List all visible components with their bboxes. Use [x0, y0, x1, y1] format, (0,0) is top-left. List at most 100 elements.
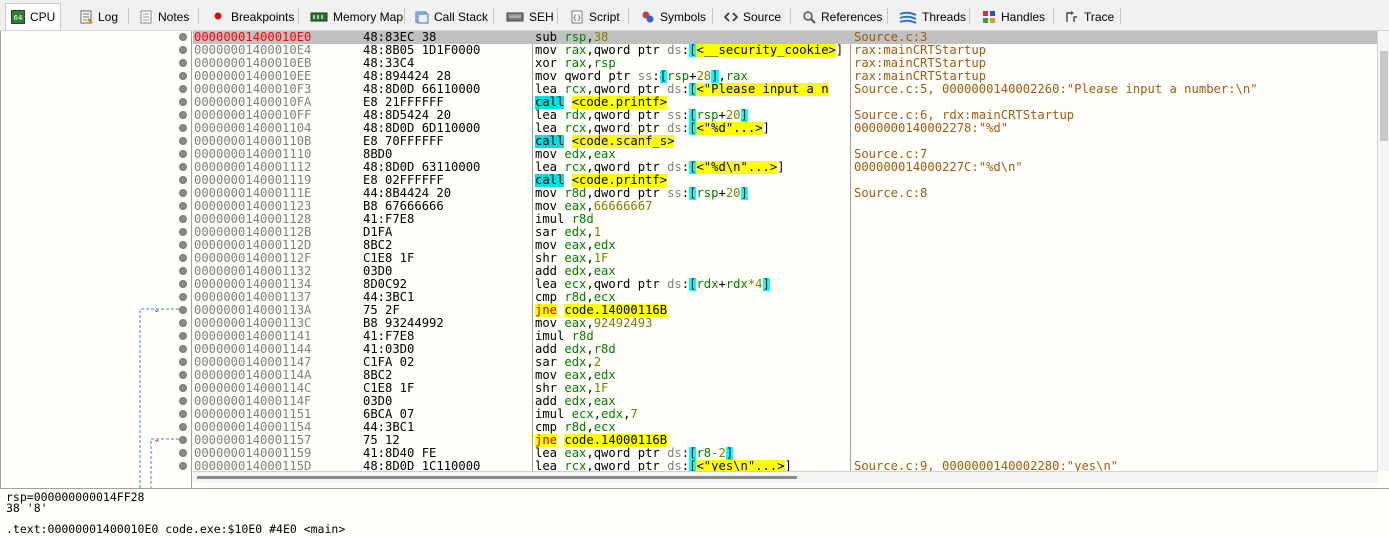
source-icon: [723, 10, 739, 24]
cpu-icon: 64: [11, 10, 25, 24]
memory-map-icon: [310, 10, 328, 24]
breakpoint-dot-icon[interactable]: [179, 358, 187, 366]
row-instruction: add edx,eax: [535, 265, 616, 278]
threads-icon: [899, 10, 917, 24]
row-instruction: sub rsp,38: [535, 31, 609, 44]
breakpoint-dot-icon[interactable]: [179, 111, 187, 119]
svg-text:64: 64: [14, 14, 23, 22]
row-instruction: sar edx,1: [535, 226, 602, 239]
row-instruction: lea eax,qword ptr ds:[r8-2]: [535, 447, 734, 460]
breakpoint-dot-icon[interactable]: [179, 85, 187, 93]
breakpoint-dot-icon[interactable]: [179, 449, 187, 457]
view-tab-bar: 64 CPU Log Notes Breakpoints Memory Map …: [0, 0, 1389, 31]
breakpoint-dot-icon[interactable]: [179, 33, 187, 41]
row-instruction: xor rax,rsp: [535, 57, 616, 70]
row-instruction: shr eax,1F: [535, 252, 609, 265]
breakpoint-dot-icon[interactable]: [179, 371, 187, 379]
script-icon: {}: [570, 10, 584, 24]
breakpoint-dot-icon: [212, 10, 226, 24]
tab-notes[interactable]: Notes: [134, 4, 189, 29]
row-instruction: jne code.14000116B: [535, 304, 668, 317]
breakpoint-dot-icon[interactable]: [179, 410, 187, 418]
info-panel: rsp=000000000014FF28 38 '8' .text:000000…: [0, 488, 1389, 537]
row-instruction: mov edx,eax: [535, 148, 616, 161]
tab-source[interactable]: Source: [719, 4, 781, 29]
svg-text:{}: {}: [573, 14, 581, 22]
tab-log[interactable]: Log: [74, 4, 118, 29]
row-comment: Source.c:5, 0000000140002260:"Please inp…: [854, 82, 1258, 96]
breakpoint-dot-icon[interactable]: [179, 319, 187, 327]
breakpoint-dot-icon[interactable]: [179, 293, 187, 301]
breakpoint-dot-icon[interactable]: [179, 345, 187, 353]
breakpoint-dot-icon[interactable]: [179, 384, 187, 392]
tab-memory-map[interactable]: Memory Map: [305, 4, 403, 29]
row-comment: Source.c:8: [854, 186, 928, 200]
breakpoint-dot-icon[interactable]: [179, 46, 187, 54]
row-instruction: imul ecx,edx,7: [535, 408, 638, 421]
tab-threads[interactable]: Threads: [894, 4, 966, 29]
breakpoint-dot-icon[interactable]: [179, 176, 187, 184]
row-instruction: mov eax,edx: [535, 239, 616, 252]
log-icon: [79, 10, 93, 24]
tab-breakpoints[interactable]: Breakpoints: [207, 4, 294, 29]
breakpoint-dot-icon[interactable]: [179, 59, 187, 67]
trace-icon: [1065, 10, 1079, 24]
vertical-scrollbar[interactable]: [1377, 31, 1389, 471]
tab-label: CPU: [30, 10, 56, 24]
jump-down-arrow-icon: ⌄: [153, 305, 161, 315]
breakpoint-dot-icon[interactable]: [179, 215, 187, 223]
breakpoint-dot-icon[interactable]: [179, 280, 187, 288]
row-instruction: lea ecx,qword ptr ds:[rdx+rdx*4]: [535, 278, 770, 291]
row-instruction: call <code.scanf_s>: [535, 135, 675, 148]
breakpoint-dot-icon[interactable]: [179, 228, 187, 236]
row-instruction: mov eax,edx: [535, 369, 616, 382]
breakpoint-dot-icon[interactable]: [179, 397, 187, 405]
row-instruction: add edx,eax: [535, 395, 616, 408]
row-instruction: mov r8d,dword ptr ss:[rsp+20]: [535, 187, 748, 200]
notes-icon: [139, 10, 153, 24]
breakpoint-dot-icon[interactable]: [179, 150, 187, 158]
references-icon: [802, 10, 816, 24]
breakpoint-dot-icon[interactable]: [179, 189, 187, 197]
info-location-line: .text:00000001400010E0 code.exe:$10E0 #4…: [6, 522, 346, 536]
tab-cpu[interactable]: 64 CPU: [5, 3, 61, 30]
breakpoint-dot-icon[interactable]: [179, 98, 187, 106]
tab-call-stack[interactable]: Call Stack: [410, 4, 488, 29]
row-instruction: cmp r8d,ecx: [535, 291, 616, 304]
horizontal-scrollbar[interactable]: [193, 471, 1378, 483]
tab-script[interactable]: {} Script: [565, 4, 620, 29]
breakpoint-dot-icon[interactable]: [179, 124, 187, 132]
breakpoint-dot-icon[interactable]: [179, 267, 187, 275]
breakpoint-dot-icon[interactable]: [179, 332, 187, 340]
tab-references[interactable]: References: [797, 4, 882, 29]
row-instruction: mov qword ptr ss:[rsp+28],rax: [535, 70, 748, 83]
jump-down-arrow-icon: ⌄: [153, 435, 161, 445]
tab-trace[interactable]: Trace: [1060, 4, 1114, 29]
breakpoint-dot-icon[interactable]: [179, 306, 187, 314]
breakpoint-dot-icon[interactable]: [179, 436, 187, 444]
breakpoint-dot-icon[interactable]: [179, 241, 187, 249]
row-instruction: call <code.printf>: [535, 174, 668, 187]
breakpoint-dot-icon[interactable]: [179, 254, 187, 262]
tab-symbols[interactable]: Symbols: [636, 4, 706, 29]
tab-seh[interactable]: SEH: [501, 4, 554, 29]
row-instruction: lea rcx,qword ptr ds:[<"%d"...>]: [535, 122, 770, 135]
row-instruction: shr eax,1F: [535, 382, 609, 395]
disassembly-view[interactable]: ⌄ ⌄ 00000001400010E0 48:83EC 38 sub rsp,38 S…: [0, 31, 1389, 488]
row-instruction: mov eax,66666667: [535, 200, 653, 213]
row-instruction: lea rcx,qword ptr ds:[<"Please input a n: [535, 83, 829, 96]
row-instruction: lea rdx,qword ptr ss:[rsp+20]: [535, 109, 748, 122]
branch-gutter: ⌄ ⌄: [1, 31, 192, 488]
breakpoint-dot-icon[interactable]: [179, 72, 187, 80]
breakpoint-dot-icon[interactable]: [179, 137, 187, 145]
breakpoint-dot-icon[interactable]: [179, 163, 187, 171]
breakpoint-dot-icon[interactable]: [179, 423, 187, 431]
tab-handles[interactable]: Handles: [977, 4, 1045, 29]
disassembly-rows[interactable]: 00000001400010E0 48:83EC 38 sub rsp,38 Sour…: [193, 31, 1378, 473]
row-instruction: sar edx,2: [535, 356, 602, 369]
symbols-icon: [641, 10, 655, 24]
info-value-line: 38 '8': [6, 501, 48, 515]
breakpoint-dot-icon[interactable]: [179, 202, 187, 210]
row-instruction: mov eax,92492493: [535, 317, 653, 330]
breakpoint-dot-icon[interactable]: [179, 462, 187, 470]
